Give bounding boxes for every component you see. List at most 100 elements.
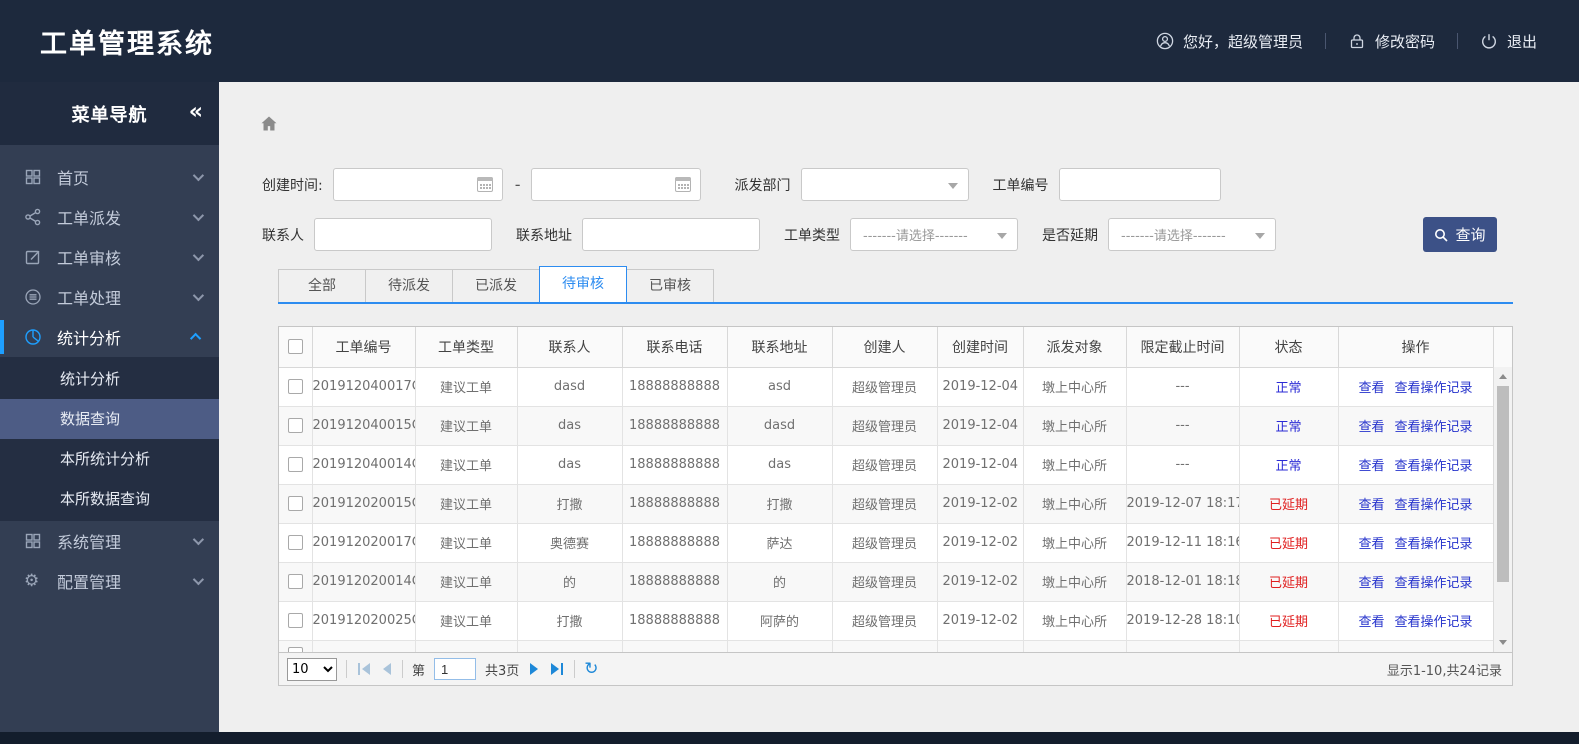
tab-全部[interactable]: 全部	[278, 269, 366, 302]
page-number-input[interactable]	[434, 658, 477, 680]
sidebar-item-统计分析[interactable]: 统计分析	[0, 317, 219, 357]
tab-bar: 全部 待派发 已派发 待审核 已审核	[278, 266, 1513, 304]
topbar-divider	[1324, 33, 1326, 49]
sidebar-item-工单审核[interactable]: 工单审核	[0, 237, 219, 277]
main-content: 创建时间: - 派发部门 工单编号 联系人 联系地址 工单类型 -------请…	[219, 82, 1579, 732]
view-link[interactable]: 查看	[1358, 615, 1384, 630]
create-time-start-input[interactable]	[332, 168, 503, 201]
app-header: 工单管理系统 您好，超级管理员 修改密码 退出	[0, 0, 1579, 82]
cell-phone: 18888888888	[621, 600, 728, 641]
column-header-状态: 状态	[1238, 327, 1339, 368]
type-label: 工单类型	[784, 227, 840, 244]
view-log-link[interactable]: 查看操作记录	[1395, 459, 1473, 474]
row-checkbox[interactable]	[287, 574, 303, 589]
next-page-button[interactable]	[528, 663, 540, 675]
dept-label: 派发部门	[734, 177, 791, 194]
sidebar-subitem-统计分析[interactable]: 统计分析	[0, 359, 219, 399]
row-checkbox-cell	[279, 483, 313, 524]
vertical-scrollbar[interactable]	[1493, 367, 1512, 652]
scrollbar-thumb[interactable]	[1497, 386, 1509, 582]
calendar-icon[interactable]	[476, 177, 493, 192]
double-chevron-left-icon[interactable]: «	[189, 99, 203, 124]
data-grid: 工单编号 工单类型 联系人 联系电话 联系地址 创建人 创建时间 派发对象 限定截止时间 状态 操作…	[278, 326, 1513, 653]
row-checkbox[interactable]	[287, 613, 303, 628]
change-password-button[interactable]: 修改密码	[1348, 31, 1435, 52]
refresh-icon[interactable]: ↻	[584, 660, 598, 678]
cell-phone: 18888888888	[621, 405, 728, 446]
tab-待派发[interactable]: 待派发	[365, 269, 453, 302]
row-checkbox-cell	[279, 600, 313, 641]
sidebar-item-配置管理[interactable]: ⚙ 配置管理	[0, 561, 219, 601]
column-header-工单类型: 工单类型	[414, 327, 518, 368]
cell-created: 2019-12-04 15	[936, 444, 1024, 485]
row-checkbox[interactable]	[287, 457, 303, 472]
column-header-创建人: 创建人	[831, 327, 938, 368]
create-time-end-input[interactable]	[530, 168, 701, 201]
cell-created: 2019-12-04 15	[936, 405, 1024, 446]
cell-actions: 查看 查看操作记录	[1337, 522, 1494, 563]
search-button[interactable]: 查询	[1423, 217, 1497, 252]
first-page-button[interactable]	[356, 663, 372, 675]
row-checkbox[interactable]	[287, 496, 303, 511]
delay-select[interactable]: -------请选择-------	[1108, 218, 1276, 251]
user-greeting[interactable]: 您好，超级管理员	[1156, 31, 1303, 52]
contact-input[interactable]	[314, 218, 492, 251]
sidebar-subitem-本所数据查询[interactable]: 本所数据查询	[0, 479, 219, 519]
view-log-link[interactable]: 查看操作记录	[1395, 498, 1473, 513]
prev-page-button[interactable]	[381, 663, 393, 675]
view-link[interactable]: 查看	[1358, 498, 1384, 513]
logout-button[interactable]: 退出	[1480, 31, 1537, 52]
view-link[interactable]: 查看	[1358, 459, 1384, 474]
last-page-button[interactable]	[549, 663, 565, 675]
view-log-link[interactable]: 查看操作记录	[1395, 420, 1473, 435]
view-log-link[interactable]: 查看操作记录	[1395, 381, 1473, 396]
tab-已派发[interactable]: 已派发	[452, 269, 540, 302]
tab-已审核[interactable]: 已审核	[626, 269, 714, 302]
cell-address: 的	[726, 561, 833, 602]
sidebar-item-工单派发[interactable]: 工单派发	[0, 197, 219, 237]
cell-actions: 查看 查看操作记录	[1337, 366, 1494, 407]
pie-chart-icon	[24, 328, 42, 346]
scroll-up-arrow-icon[interactable]	[1494, 368, 1512, 385]
row-checkbox[interactable]	[287, 418, 303, 433]
row-checkbox[interactable]	[287, 379, 303, 394]
sidebar-subitem-本所统计分析[interactable]: 本所统计分析	[0, 439, 219, 479]
cell-phone: 18888888888	[621, 522, 728, 563]
pager-divider	[574, 660, 576, 678]
home-icon[interactable]	[259, 114, 279, 134]
page-size-select[interactable]: 10	[287, 657, 337, 681]
select-all-checkbox[interactable]	[287, 339, 303, 355]
breadcrumb	[219, 82, 1579, 140]
cell-address: dasd	[726, 405, 833, 446]
sidebar-item-系统管理[interactable]: 系统管理	[0, 521, 219, 561]
type-select[interactable]: -------请选择-------	[850, 218, 1018, 251]
sidebar: 菜单导航 « 首页 工单派发 工单审核 工单处理 统计分析 统计分析 数据查询 本所统计分析本…	[0, 82, 219, 732]
row-checkbox[interactable]	[287, 535, 303, 550]
sidebar-item-首页[interactable]: 首页	[0, 157, 219, 197]
cell-deadline: 2019-12-07 18:17	[1125, 483, 1240, 524]
calendar-icon[interactable]	[674, 177, 691, 192]
dept-select[interactable]	[800, 168, 969, 201]
scrollbar-header-cell	[1492, 327, 1512, 368]
view-link[interactable]: 查看	[1358, 576, 1384, 591]
column-header-创建时间: 创建时间	[936, 327, 1024, 368]
address-input[interactable]	[582, 218, 760, 251]
view-link[interactable]: 查看	[1358, 381, 1384, 396]
cell-status: 正常	[1238, 444, 1339, 485]
total-pages-label: 共3页	[485, 663, 520, 679]
magnifier-icon	[1434, 228, 1449, 242]
select-all-header-cell	[279, 327, 313, 368]
row-checkbox[interactable]	[287, 646, 303, 652]
tab-待审核[interactable]: 待审核	[539, 266, 627, 302]
view-link[interactable]: 查看	[1358, 537, 1384, 552]
status-badge: 正常	[1275, 459, 1302, 474]
sidebar-subitem-数据查询[interactable]: 数据查询	[0, 399, 219, 439]
cell-creator: 超级管理员	[831, 405, 938, 446]
sidebar-item-工单处理[interactable]: 工单处理	[0, 277, 219, 317]
order-no-input[interactable]	[1058, 168, 1221, 201]
view-link[interactable]: 查看	[1358, 420, 1384, 435]
view-log-link[interactable]: 查看操作记录	[1395, 615, 1473, 630]
view-log-link[interactable]: 查看操作记录	[1395, 576, 1473, 591]
scroll-down-arrow-icon[interactable]	[1494, 634, 1512, 651]
view-log-link[interactable]: 查看操作记录	[1395, 537, 1473, 552]
